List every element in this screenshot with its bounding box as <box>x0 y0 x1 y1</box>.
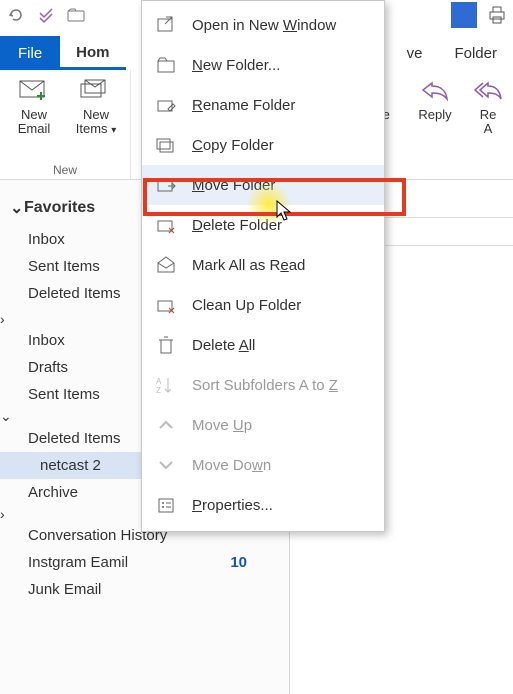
menu-item-clean-up-folder[interactable]: Clean Up Folder <box>142 285 384 325</box>
menu-item-label: Rename Folder <box>192 97 295 114</box>
folder-move-icon <box>156 175 176 195</box>
menu-item-copy-folder[interactable]: Copy Folder <box>142 125 384 165</box>
delete-all-icon <box>156 335 176 355</box>
menu-item-properties[interactable]: Properties... <box>142 485 384 525</box>
chevron-down-icon: ⌄ <box>10 198 24 218</box>
print-icon[interactable] <box>487 5 507 25</box>
properties-icon <box>156 495 176 515</box>
chevron-down-icon[interactable]: ⌄ <box>0 408 12 424</box>
folder-label: netcast 2 <box>40 457 101 474</box>
new-email-button[interactable]: NewEmail <box>8 76 60 138</box>
folder-item[interactable]: Junk Email <box>0 576 289 603</box>
folder-item[interactable]: Instgram Eamil 10 <box>0 549 289 576</box>
favorites-label: Favorites <box>24 199 95 217</box>
menu-item-label: New Folder... <box>192 57 280 74</box>
menu-item-label: Move Down <box>192 457 271 474</box>
tab-folder[interactable]: Folder <box>438 36 513 70</box>
ribbon-group-label-new: New <box>8 163 122 177</box>
folder-label: Deleted Items <box>28 430 121 447</box>
menu-item-delete-all[interactable]: Delete All <box>142 325 384 365</box>
tab-home[interactable]: Hom <box>60 35 125 70</box>
menu-item-label: Copy Folder <box>192 137 274 154</box>
new-items-button[interactable]: NewItems ▾ <box>70 76 122 138</box>
folder-label: Archive <box>28 484 78 501</box>
menu-item-label: Mark All as Read <box>192 257 305 274</box>
menu-item-sort-subfolders: AZ Sort Subfolders A to Z <box>142 365 384 405</box>
menu-item-label: Open in New Window <box>192 17 336 34</box>
sort-az-icon: AZ <box>156 375 176 395</box>
unread-count: 10 <box>230 554 283 571</box>
menu-item-mark-all-read[interactable]: Mark All as Read <box>142 245 384 285</box>
menu-item-label: Properties... <box>192 497 273 514</box>
folder-copy-icon <box>156 135 176 155</box>
tab-file[interactable]: File <box>0 36 60 70</box>
menu-item-label: Move Folder <box>192 177 275 194</box>
svg-text:Z: Z <box>156 386 161 395</box>
chevron-up-icon <box>156 415 176 435</box>
menu-item-label: Sort Subfolders A to Z <box>192 377 338 394</box>
menu-item-label: Clean Up Folder <box>192 297 301 314</box>
folder-rename-icon <box>156 95 176 115</box>
redo-icon[interactable] <box>36 5 56 25</box>
ribbon-group-new: NewEmail NewItems ▾ New <box>0 70 131 179</box>
folder-label: Sent Items <box>28 386 100 403</box>
clean-folder-icon <box>156 295 176 315</box>
menu-item-label: Delete Folder <box>192 217 282 234</box>
tab-partial-ve[interactable]: ve <box>391 36 439 70</box>
svg-text:A: A <box>156 377 162 386</box>
reply-button[interactable]: Reply <box>409 76 461 136</box>
menu-item-open-new-window[interactable]: Open in New Window <box>142 5 384 45</box>
folder-label: Inbox <box>28 332 65 349</box>
folder-label: Drafts <box>28 359 68 376</box>
reply-all-button[interactable]: ReA <box>471 76 505 136</box>
folder-label: Instgram Eamil <box>28 554 128 571</box>
menu-item-rename-folder[interactable]: Rename Folder <box>142 85 384 125</box>
chevron-right-icon[interactable]: › <box>0 311 5 327</box>
folder-delete-icon <box>156 215 176 235</box>
new-window-icon <box>156 15 176 35</box>
menu-item-delete-folder[interactable]: Delete Folder <box>142 205 384 245</box>
new-items-icon <box>79 76 113 104</box>
folder-label: Junk Email <box>28 581 101 598</box>
menu-item-move-down: Move Down <box>142 445 384 485</box>
menu-item-label: Move Up <box>192 417 252 434</box>
folder-icon <box>156 55 176 75</box>
new-email-icon <box>17 76 51 104</box>
menu-item-label: Delete All <box>192 337 255 354</box>
reply-icon <box>418 76 452 104</box>
menu-item-new-folder[interactable]: New Folder... <box>142 45 384 85</box>
menu-item-move-folder[interactable]: Move Folder <box>142 165 384 205</box>
envelope-open-icon <box>156 255 176 275</box>
chevron-right-icon[interactable]: › <box>0 506 5 522</box>
coming-soon-toggle[interactable] <box>451 2 477 28</box>
folder-context-menu: Open in New Window New Folder... Rename Fo… <box>141 0 385 532</box>
folder-qat-icon[interactable] <box>66 5 86 25</box>
undo-icon[interactable] <box>6 5 26 25</box>
menu-item-move-up: Move Up <box>142 405 384 445</box>
chevron-down-icon <box>156 455 176 475</box>
reply-all-icon <box>471 76 505 104</box>
